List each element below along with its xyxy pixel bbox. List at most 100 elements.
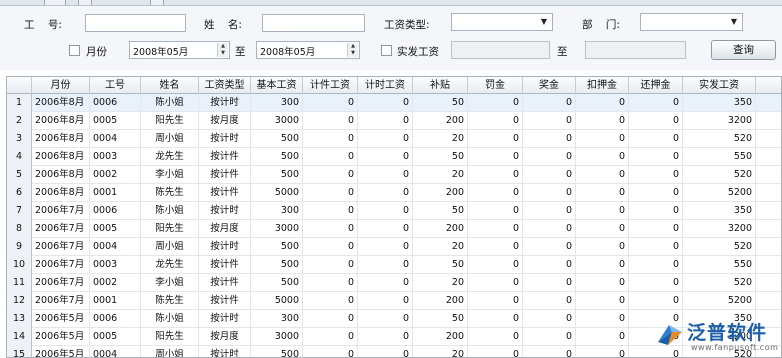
table-cell[interactable]: 按计件	[199, 256, 251, 274]
table-cell[interactable]: 200	[413, 184, 468, 202]
table-cell[interactable]: 0	[468, 94, 523, 112]
table-cell[interactable]: 按月度	[199, 220, 251, 238]
table-cell[interactable]: 0	[303, 148, 358, 166]
column-header[interactable]: 姓名	[141, 77, 199, 94]
column-header[interactable]: 奖金	[523, 77, 576, 94]
row-number-cell[interactable]: 1	[7, 94, 32, 112]
table-cell[interactable]: 0	[358, 112, 413, 130]
salary-type-select[interactable]: ▼	[451, 13, 553, 31]
table-cell[interactable]: 0	[468, 130, 523, 148]
row-number-cell[interactable]: 14	[7, 328, 32, 346]
table-cell[interactable]: 0	[303, 346, 358, 357]
table-cell[interactable]: 按计时	[199, 238, 251, 256]
table-cell[interactable]: 阳先生	[141, 220, 199, 238]
column-header[interactable]: 月份	[32, 77, 90, 94]
table-cell[interactable]: 0	[358, 220, 413, 238]
table-cell[interactable]: 0	[468, 310, 523, 328]
table-cell[interactable]: 0	[629, 292, 683, 310]
table-cell[interactable]: 0006	[90, 202, 141, 220]
table-row[interactable]: 11 2006年7月 0002 李小姐 按计件 500 0 0 20 0 0 0 0 520	[7, 274, 781, 292]
table-cell[interactable]: 0	[523, 220, 576, 238]
table-row[interactable]: 4 2006年8月 0003 龙先生 按计件 500 0 0 50 0 0 0 0 550	[7, 148, 781, 166]
table-cell[interactable]: 20	[413, 130, 468, 148]
row-number-cell[interactable]: 15	[7, 346, 32, 357]
table-cell[interactable]: 陈先生	[141, 292, 199, 310]
table-cell[interactable]: 0	[523, 256, 576, 274]
table-cell[interactable]: 0006	[90, 94, 141, 112]
row-number-cell[interactable]: 3	[7, 130, 32, 148]
row-number-cell[interactable]: 11	[7, 274, 32, 292]
table-cell[interactable]: 0	[576, 202, 629, 220]
table-cell[interactable]: 20	[413, 166, 468, 184]
table-cell[interactable]: 0	[576, 238, 629, 256]
table-cell[interactable]: 0	[358, 148, 413, 166]
table-cell[interactable]: 按计时	[199, 94, 251, 112]
table-cell[interactable]: 0	[629, 112, 683, 130]
table-cell[interactable]: 按计件	[199, 148, 251, 166]
table-cell[interactable]: 0004	[90, 130, 141, 148]
table-cell[interactable]: 0	[468, 346, 523, 357]
table-cell[interactable]: 20	[413, 238, 468, 256]
row-number-cell[interactable]: 8	[7, 220, 32, 238]
table-row[interactable]: 1 2006年8月 0006 陈小姐 按计时 300 0 0 50 0 0 0 0 350	[7, 94, 781, 112]
table-cell[interactable]: 0	[303, 130, 358, 148]
table-cell[interactable]: 2006年5月	[32, 346, 90, 357]
actual-salary-from-input[interactable]	[451, 41, 550, 59]
table-cell[interactable]: 0	[468, 238, 523, 256]
table-cell[interactable]: 李小姐	[141, 274, 199, 292]
table-cell[interactable]: 0	[576, 310, 629, 328]
table-row[interactable]: 3 2006年8月 0004 周小姐 按计时 500 0 0 20 0 0 0 0 520	[7, 130, 781, 148]
column-header[interactable]: 计时工资	[358, 77, 413, 94]
table-cell[interactable]: 0	[358, 202, 413, 220]
table-cell[interactable]: 0	[576, 328, 629, 346]
spin-down-icon[interactable]: ▼	[218, 50, 228, 57]
table-cell[interactable]: 陈小姐	[141, 202, 199, 220]
table-cell[interactable]: 阳先生	[141, 112, 199, 130]
month-from-input[interactable]: 2008年05月 ▲ ▼	[129, 41, 230, 59]
table-cell[interactable]: 0002	[90, 166, 141, 184]
table-cell[interactable]: 0	[358, 94, 413, 112]
table-cell[interactable]: 0005	[90, 328, 141, 346]
table-cell[interactable]: 0	[358, 346, 413, 357]
table-cell[interactable]: 5000	[251, 292, 303, 310]
table-cell[interactable]: 0	[303, 238, 358, 256]
table-cell[interactable]: 0	[576, 130, 629, 148]
table-cell[interactable]: 3200	[683, 112, 756, 130]
column-header[interactable]: 计件工资	[303, 77, 358, 94]
table-cell[interactable]: 0	[358, 274, 413, 292]
table-cell[interactable]: 0	[629, 202, 683, 220]
table-cell[interactable]: 按计件	[199, 184, 251, 202]
table-cell[interactable]: 0	[303, 184, 358, 202]
table-cell[interactable]: 500	[251, 274, 303, 292]
table-cell[interactable]: 0	[468, 184, 523, 202]
table-cell[interactable]: 0	[358, 310, 413, 328]
table-cell[interactable]: 0	[303, 256, 358, 274]
table-cell[interactable]: 0	[629, 220, 683, 238]
tab-edge[interactable]	[78, 0, 92, 5]
table-cell[interactable]: 200	[413, 220, 468, 238]
table-cell[interactable]: 500	[251, 346, 303, 357]
table-cell[interactable]: 350	[683, 202, 756, 220]
table-cell[interactable]: 周小姐	[141, 346, 199, 357]
table-cell[interactable]: 0	[629, 256, 683, 274]
table-cell[interactable]: 0	[303, 94, 358, 112]
table-cell[interactable]: 按计件	[199, 292, 251, 310]
query-button[interactable]: 查询	[711, 40, 776, 60]
table-cell[interactable]: 龙先生	[141, 148, 199, 166]
table-cell[interactable]: 0003	[90, 256, 141, 274]
table-cell[interactable]: 周小姐	[141, 238, 199, 256]
table-cell[interactable]: 0	[629, 166, 683, 184]
table-cell[interactable]: 0	[576, 112, 629, 130]
table-cell[interactable]: 500	[251, 130, 303, 148]
table-cell[interactable]: 0	[629, 148, 683, 166]
table-cell[interactable]: 20	[413, 346, 468, 357]
table-cell[interactable]: 0	[303, 112, 358, 130]
table-cell[interactable]: 0	[629, 184, 683, 202]
table-cell[interactable]: 2006年7月	[32, 220, 90, 238]
tab-edge[interactable]	[44, 0, 66, 5]
table-cell[interactable]: 0	[523, 130, 576, 148]
row-number-cell[interactable]: 9	[7, 238, 32, 256]
table-cell[interactable]: 0	[576, 94, 629, 112]
table-cell[interactable]: 0	[576, 292, 629, 310]
table-cell[interactable]: 0	[523, 310, 576, 328]
